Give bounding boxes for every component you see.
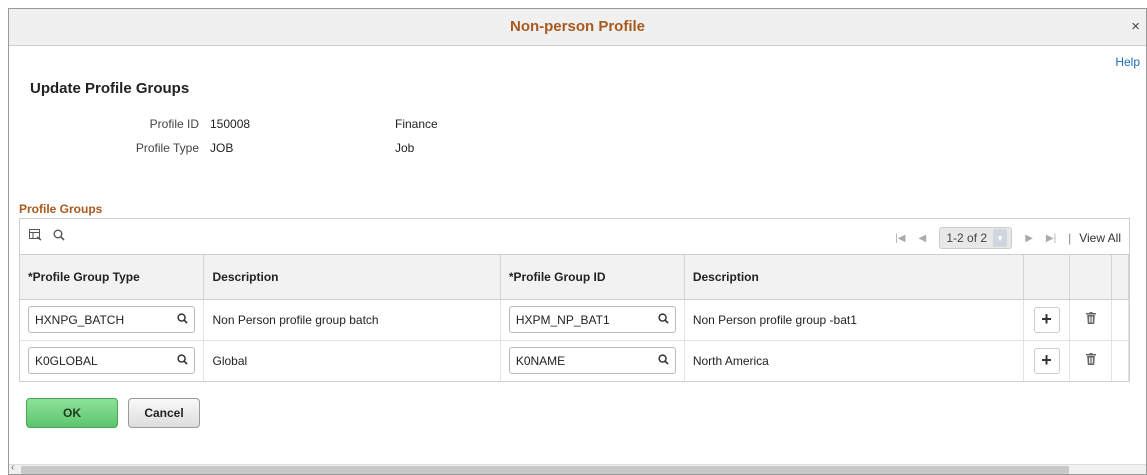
view-all-link[interactable]: View All: [1079, 231, 1121, 245]
page-title: Update Profile Groups: [30, 80, 190, 97]
profile-group-type-cell: HXNPG_BATCH: [20, 299, 205, 341]
type-description-cell: Non Person profile group batch: [203, 299, 501, 341]
spacer-cell: [1111, 299, 1129, 341]
profile-groups-grid: |◀ ◀ 1-2 of 2 ▼ ▶ ▶| | View All *Profile…: [19, 218, 1130, 382]
cancel-button[interactable]: Cancel: [128, 398, 200, 428]
profile-group-type-cell: K0GLOBAL: [20, 340, 205, 381]
column-header-spacer: [1111, 255, 1129, 300]
close-icon[interactable]: ×: [1131, 18, 1140, 35]
profile-groups-section-title: Profile Groups: [19, 202, 103, 216]
column-header-add: [1023, 255, 1070, 300]
id-description-cell: Non Person profile group -bat1: [684, 299, 1025, 341]
search-icon[interactable]: [658, 354, 669, 368]
profile-group-type-input[interactable]: K0GLOBAL: [28, 347, 195, 375]
add-row-button[interactable]: +: [1033, 306, 1060, 333]
help-link[interactable]: Help: [1115, 55, 1140, 69]
scrollbar-thumb[interactable]: [21, 466, 1069, 474]
column-header-delete: [1069, 255, 1112, 300]
grid-toolbar: |◀ ◀ 1-2 of 2 ▼ ▶ ▶| | View All: [20, 219, 1129, 255]
profile-group-id-value: K0NAME: [515, 353, 566, 368]
column-header-profile-group-type[interactable]: *Profile Group Type: [20, 255, 205, 300]
non-person-profile-modal: Non-person Profile × Help Update Profile…: [8, 8, 1147, 475]
modal-title: Non-person Profile: [509, 18, 645, 35]
profile-group-id-cell: K0NAME: [500, 340, 685, 381]
profile-groups-table: *Profile Group Type Description *Profile…: [20, 255, 1129, 381]
profile-group-type-input[interactable]: HXNPG_BATCH: [28, 306, 195, 333]
search-icon[interactable]: [658, 312, 669, 327]
profile-group-id-value: HXPM_NP_BAT1: [515, 312, 610, 327]
trash-icon[interactable]: [1085, 312, 1097, 327]
grid-pager: |◀ ◀ 1-2 of 2 ▼ ▶ ▶| | View All: [889, 227, 1121, 249]
profile-group-type-value: HXNPG_BATCH: [35, 312, 125, 327]
profile-id-label: Profile ID: [149, 117, 199, 131]
delete-cell: [1069, 299, 1112, 341]
add-cell: +: [1023, 340, 1070, 381]
spacer-cell: [1111, 340, 1129, 381]
first-page-icon[interactable]: |◀: [889, 233, 911, 244]
profile-id-value: 150008: [210, 117, 251, 131]
table-row: HXNPG_BATCH Non Person profile group bat…: [20, 299, 1129, 341]
id-description-cell: North America: [684, 340, 1025, 381]
search-icon[interactable]: [177, 354, 188, 368]
profile-group-id-cell: HXPM_NP_BAT1: [500, 299, 685, 341]
plus-icon: +: [1041, 309, 1052, 329]
column-header-id-description[interactable]: Description: [684, 255, 1025, 300]
delete-cell: [1069, 340, 1112, 381]
plus-icon: +: [1041, 350, 1052, 371]
horizontal-scrollbar[interactable]: ‹: [9, 462, 1146, 474]
row-count-label: 1-2 of 2: [946, 231, 988, 245]
grid-settings-icon[interactable]: [29, 229, 42, 244]
previous-page-icon[interactable]: ◀: [911, 233, 933, 244]
table-header-row: *Profile Group Type Description *Profile…: [20, 255, 1129, 300]
profile-group-type-value: K0GLOBAL: [35, 353, 98, 368]
add-row-button[interactable]: +: [1033, 347, 1060, 374]
profile-group-id-input[interactable]: K0NAME: [508, 347, 676, 375]
search-icon[interactable]: [177, 312, 188, 327]
scroll-left-icon[interactable]: ‹: [11, 462, 14, 473]
column-header-profile-group-id[interactable]: *Profile Group ID: [500, 255, 685, 300]
type-description-cell: Global: [203, 340, 501, 381]
grid-search-icon[interactable]: [53, 229, 65, 244]
profile-group-id-input[interactable]: HXPM_NP_BAT1: [508, 306, 676, 333]
ok-button[interactable]: OK: [26, 398, 118, 428]
row-count-dropdown[interactable]: 1-2 of 2 ▼: [939, 227, 1013, 249]
pager-divider: |: [1068, 231, 1072, 245]
profile-type-description: Job: [395, 141, 415, 155]
last-page-icon[interactable]: ▶|: [1040, 233, 1062, 244]
next-page-icon[interactable]: ▶: [1018, 233, 1040, 244]
column-header-type-description[interactable]: Description: [203, 255, 501, 300]
profile-type-value: JOB: [210, 141, 234, 155]
add-cell: +: [1023, 299, 1070, 341]
profile-id-description: Finance: [395, 117, 438, 131]
chevron-down-icon: ▼: [993, 229, 1008, 247]
profile-type-label: Profile Type: [135, 141, 199, 155]
table-row: K0GLOBAL Global K0NAME North America +: [20, 340, 1129, 381]
modal-titlebar: Non-person Profile ×: [9, 9, 1146, 46]
trash-icon[interactable]: [1085, 353, 1097, 368]
